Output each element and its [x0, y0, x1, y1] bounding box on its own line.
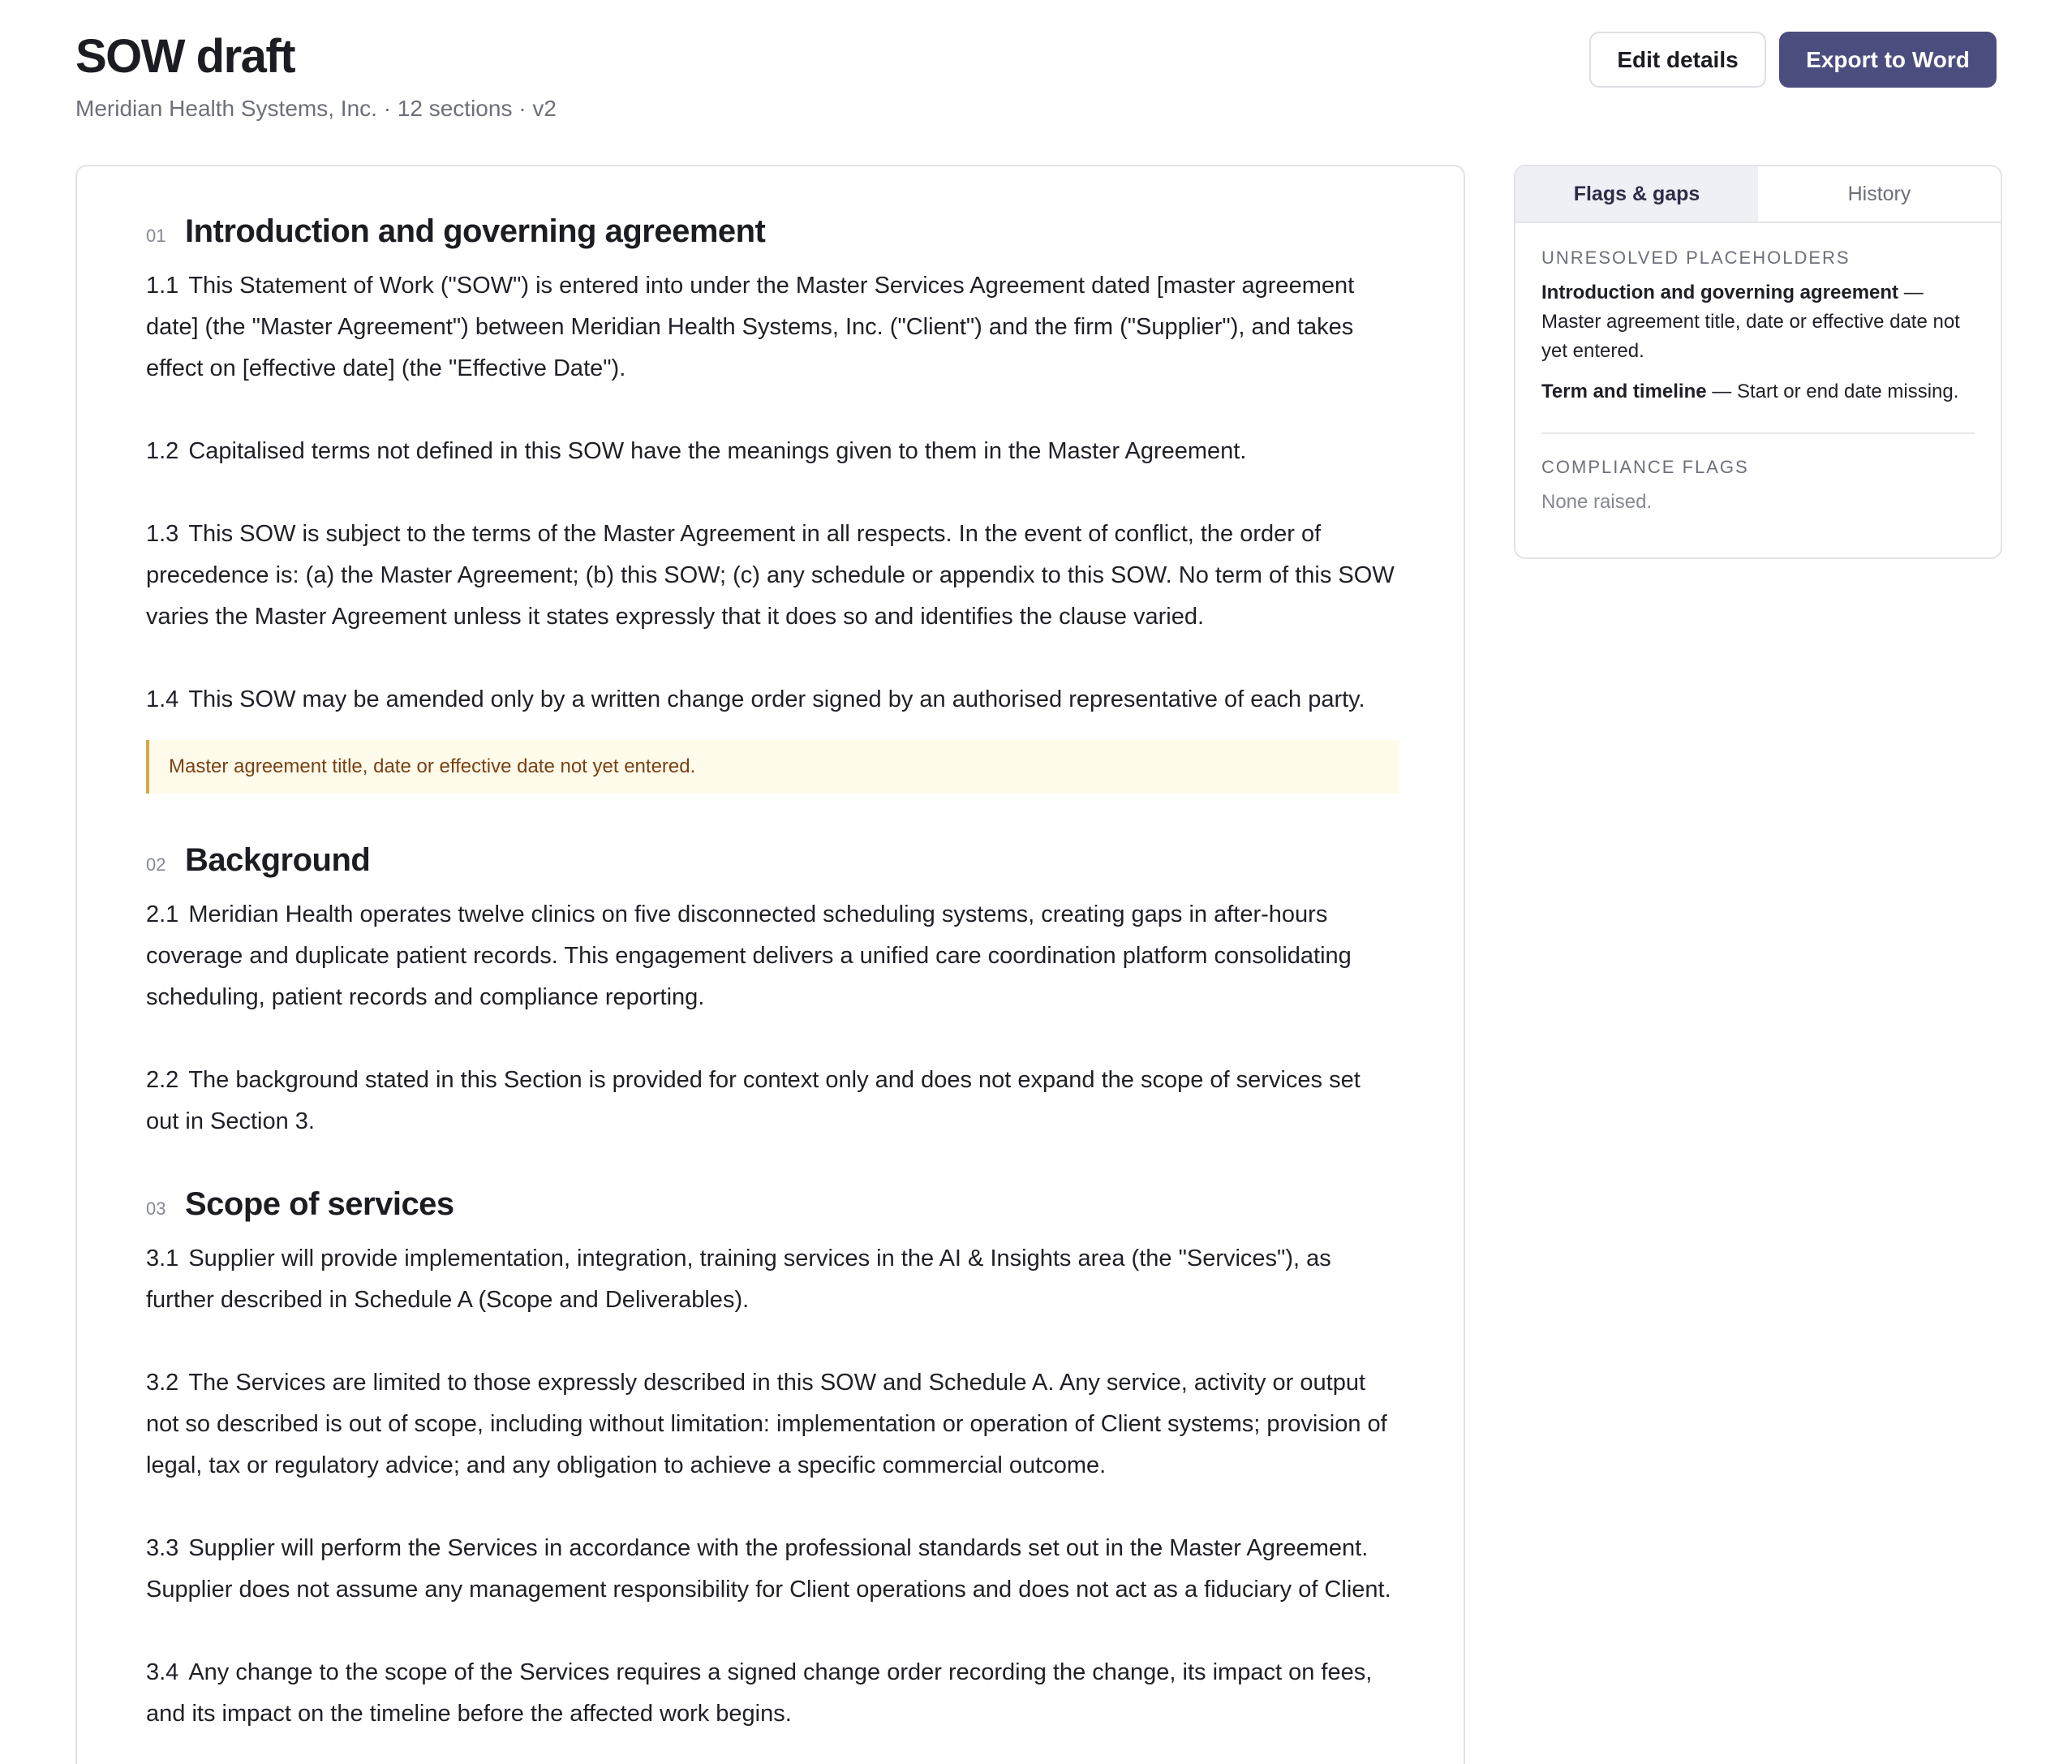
page-header: SOW draft Meridian Health Systems, Inc. … [75, 29, 1997, 135]
section-title: Introduction and governing agreement [185, 213, 766, 249]
clause-number: 1.1 [146, 273, 179, 299]
placeholder-item: Term and timeline — Start or end date mi… [1541, 377, 1975, 407]
document-card: 01 Introduction and governing agreement … [75, 165, 1465, 1764]
clause-text: Supplier will perform the Services in ac… [146, 1535, 1391, 1603]
placeholder-item: Introduction and governing agreement — M… [1541, 278, 1975, 366]
document-body: 01 Introduction and governing agreement … [146, 213, 1399, 1735]
panel-divider [1541, 432, 1975, 434]
panel-tabs: Flags & gaps History [1515, 166, 2001, 223]
section-title: Background [185, 842, 371, 878]
placeholder-section: Introduction and governing agreement [1541, 282, 1899, 303]
compliance-heading: Compliance flags [1541, 457, 1749, 477]
placeholder-note: — Start or end date missing. [1712, 381, 1959, 402]
section-background: 02 Background 2.1 Meridian Health operate… [146, 842, 1399, 1142]
clause-text: This Statement of Work ("SOW") is entere… [146, 273, 1355, 381]
clause: 1.4 This SOW may be amended only by a wri… [146, 679, 1399, 721]
clause-number: 2.2 [146, 1067, 179, 1093]
clause-text: The Services are limited to those expres… [146, 1370, 1387, 1478]
clause: 1.3 This SOW is subject to the terms of t… [146, 514, 1399, 638]
placeholder-flag-note: Master agreement title, date or effectiv… [146, 740, 1399, 794]
clause-number: 1.2 [146, 438, 179, 464]
clause-text: The background stated in this Section is… [146, 1067, 1361, 1134]
section-title: Scope of services [185, 1186, 454, 1222]
clause: 2.2 The background stated in this Section… [146, 1060, 1399, 1142]
clause: 1.2 Capitalised terms not defined in this… [146, 431, 1399, 472]
clause: 3.4 Any change to the scope of the Servic… [146, 1652, 1399, 1735]
section-introduction: 01 Introduction and governing agreement … [146, 213, 1399, 794]
panel-body: Unresolved placeholders Introduction and… [1515, 223, 2001, 514]
flags-panel: Flags & gaps History Unresolved placehol… [1514, 165, 2002, 559]
clause: 3.2 The Services are limited to those exp… [146, 1362, 1399, 1486]
clause: 3.3 Supplier will perform the Services in… [146, 1528, 1399, 1611]
clause-number: 3.2 [146, 1370, 179, 1396]
tab-flags-and-gaps[interactable]: Flags & gaps [1515, 166, 1758, 222]
clause-number: 1.3 [146, 521, 179, 547]
placeholders-heading: Unresolved placeholders [1541, 247, 1851, 268]
section-heading: 02 Background [146, 842, 1399, 889]
page-title: SOW draft [75, 30, 296, 83]
clause-text: Any change to the scope of the Services … [146, 1659, 1373, 1727]
section-heading: 01 Introduction and governing agreement [146, 213, 1399, 260]
section-number: 03 [146, 1198, 166, 1219]
placeholder-section: Term and timeline [1541, 381, 1707, 402]
clause-number: 3.3 [146, 1535, 179, 1561]
sow-draft-page: SOW draft Meridian Health Systems, Inc. … [0, 0, 2072, 1764]
clause-number: 3.4 [146, 1659, 179, 1685]
section-number: 01 [146, 226, 166, 246]
clause-text: This SOW is subject to the terms of the … [146, 521, 1395, 630]
export-to-word-button[interactable]: Export to Word [1779, 32, 1997, 88]
section-number: 02 [146, 854, 166, 875]
clause-number: 2.1 [146, 901, 179, 927]
clause-text: Meridian Health operates twelve clinics … [146, 901, 1352, 1010]
clause-number: 1.4 [146, 686, 179, 712]
edit-details-button[interactable]: Edit details [1589, 32, 1766, 88]
clause-text: Capitalised terms not defined in this SO… [188, 438, 1247, 464]
clause-text: Supplier will provide implementation, in… [146, 1246, 1331, 1313]
clause: 3.1 Supplier will provide implementation,… [146, 1238, 1399, 1321]
clause: 1.1 This Statement of Work ("SOW") is ent… [146, 265, 1399, 389]
clause-number: 3.1 [146, 1246, 179, 1271]
tab-history[interactable]: History [1758, 166, 2001, 222]
clause: 2.1 Meridian Health operates twelve clini… [146, 894, 1399, 1018]
clause-text: This SOW may be amended only by a writte… [188, 686, 1365, 712]
section-scope-of-services: 03 Scope of services 3.1 Supplier will pr… [146, 1186, 1399, 1735]
page-subtitle: Meridian Health Systems, Inc. · 12 secti… [75, 96, 557, 121]
section-heading: 03 Scope of services [146, 1186, 1399, 1233]
compliance-status: None raised. [1541, 491, 1653, 513]
